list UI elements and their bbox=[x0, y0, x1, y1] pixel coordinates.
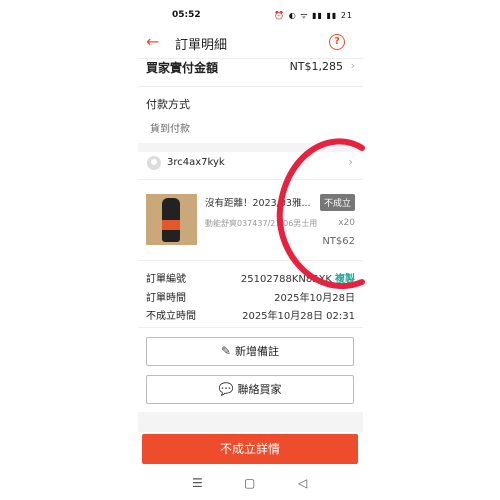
chevron-right-icon: › bbox=[350, 59, 355, 72]
home-icon[interactable]: ▢ bbox=[244, 476, 255, 490]
buyer-row[interactable]: 3rc4ax7kyk › bbox=[138, 154, 363, 176]
cancel-details-button[interactable]: 不成立詳情 bbox=[142, 434, 358, 464]
add-note-button[interactable]: ✎ 新增備註 bbox=[146, 337, 354, 366]
product-quantity: x20 bbox=[338, 218, 355, 228]
product-item[interactable]: 沒有距離！2023/03雅... 不成立 動能舒爽037437/27/06男士用… bbox=[138, 190, 363, 252]
help-icon[interactable]: ? bbox=[329, 34, 345, 50]
order-time-label: 訂單時間 bbox=[146, 293, 186, 304]
copy-button[interactable]: 複製 bbox=[335, 274, 355, 285]
order-time-row: 訂單時間 2025年10月28日 bbox=[138, 289, 363, 306]
order-time-value: 2025年10月28日 bbox=[274, 293, 355, 304]
divider bbox=[138, 86, 363, 87]
status-badge: 不成立 bbox=[319, 194, 355, 211]
section-gap bbox=[138, 412, 363, 432]
contact-buyer-label: 聯絡買家 bbox=[237, 383, 282, 396]
back-arrow-icon[interactable]: ← bbox=[146, 32, 159, 52]
total-paid-label: 買家實付金額 bbox=[146, 61, 219, 75]
product-variant: 動能舒爽037437/27/06男士用 bbox=[205, 219, 318, 228]
avatar bbox=[147, 156, 161, 170]
page-title: 訂單明細 bbox=[175, 38, 228, 53]
product-price: NT$62 bbox=[322, 236, 355, 247]
menu-icon[interactable]: ☰ bbox=[192, 476, 203, 490]
order-number-label: 訂單編號 bbox=[146, 274, 186, 285]
product-name: 沒有距離！2023/03雅... bbox=[205, 198, 311, 209]
payment-method-label: 付款方式 bbox=[146, 98, 190, 111]
back-icon[interactable]: ◁ bbox=[298, 476, 307, 490]
divider bbox=[138, 327, 363, 328]
order-number-value: 25102788KN85XK bbox=[240, 274, 332, 285]
status-icons: ⏰ ◐ ᯤ ▮▮ ▮▮ 21 bbox=[274, 11, 353, 20]
section-gap bbox=[138, 143, 363, 152]
contact-buyer-button[interactable]: 💬 聯絡買家 bbox=[146, 375, 354, 404]
chevron-right-icon: › bbox=[348, 155, 353, 169]
total-paid-row[interactable]: 買家實付金額 NT$1,285 › bbox=[138, 57, 363, 79]
order-number-row: 訂單編號 25102788KN85XK 複製 bbox=[138, 270, 363, 287]
status-bar: 05:52 ⏰ ◐ ᯤ ▮▮ ▮▮ 21 bbox=[138, 0, 363, 30]
total-paid-value: NT$1,285 bbox=[289, 60, 343, 73]
phone-screen: 05:52 ⏰ ◐ ᯤ ▮▮ ▮▮ 21 ← 訂單明細 ? 買家實付金額 NT$… bbox=[138, 0, 363, 500]
payment-method-value: 貨到付款 bbox=[150, 124, 190, 135]
system-navbar: ☰ ▢ ◁ bbox=[138, 474, 363, 496]
edit-note-icon: ✎ bbox=[220, 344, 232, 358]
divider bbox=[138, 179, 363, 180]
cancel-time-label: 不成立時間 bbox=[146, 311, 196, 322]
cancel-time-row: 不成立時間 2025年10月28日 02:31 bbox=[138, 307, 363, 324]
status-time: 05:52 bbox=[172, 10, 201, 20]
order-number-value-wrap: 25102788KN85XK 複製 bbox=[241, 270, 355, 285]
chat-bubble-icon: 💬 bbox=[218, 382, 234, 396]
cancel-time-value: 2025年10月28日 02:31 bbox=[242, 311, 355, 322]
add-note-label: 新增備註 bbox=[235, 345, 280, 358]
divider bbox=[138, 260, 363, 261]
buyer-username: 3rc4ax7kyk bbox=[167, 157, 225, 168]
app-header: ← 訂單明細 ? bbox=[138, 30, 363, 58]
product-image bbox=[146, 194, 197, 245]
